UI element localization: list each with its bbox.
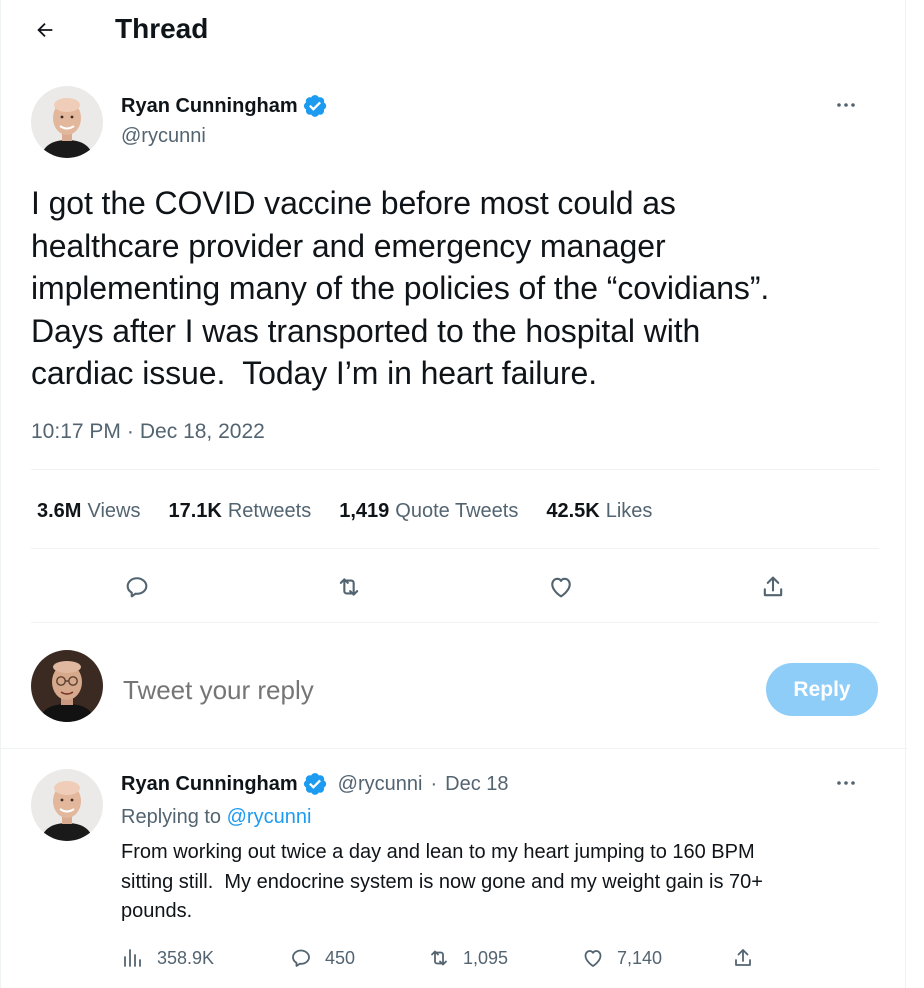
- divider: [1, 748, 907, 749]
- tweet-time: 10:17 PM: [31, 420, 121, 443]
- share-icon: [763, 576, 783, 597]
- reply-tweet-actions: 358.9K 450 1,095 7,140: [121, 940, 841, 976]
- current-user-avatar[interactable]: [31, 650, 103, 722]
- back-arrow-icon: [37, 22, 53, 38]
- tweet-stats: 3.6M Views 17.1K Retweets 1,419 Quote Tw…: [37, 497, 652, 525]
- thread-header: Thread: [1, 0, 907, 60]
- divider: [31, 469, 879, 470]
- stat-label: Retweets: [227, 500, 312, 522]
- share-button[interactable]: [731, 940, 755, 976]
- retweet-button[interactable]: [327, 565, 371, 609]
- replying-to: Replying to @rycunni: [121, 803, 311, 831]
- more-options-button[interactable]: [829, 88, 863, 122]
- stat-label: Likes: [605, 500, 653, 522]
- like-button[interactable]: 7,140: [581, 940, 662, 976]
- author-name-text: Ryan Cunningham: [121, 95, 298, 117]
- avatar-image: [31, 769, 103, 841]
- reply-author-name[interactable]: Ryan Cunningham: [121, 770, 298, 798]
- reply-more-options-button[interactable]: [829, 766, 863, 800]
- stat-quote-tweets[interactable]: 1,419 Quote Tweets: [339, 497, 518, 525]
- replying-to-handle-link[interactable]: @rycunni: [227, 806, 312, 828]
- avatar-image: [31, 86, 103, 158]
- replying-to-label: Replying to: [121, 806, 222, 828]
- back-button[interactable]: [25, 12, 65, 48]
- views-button[interactable]: 358.9K: [121, 940, 214, 976]
- retweet-count: 1,095: [463, 947, 509, 968]
- stat-value: 3.6M: [37, 500, 82, 522]
- reply-count: 450: [325, 947, 356, 968]
- stat-value: 1,419: [339, 500, 390, 522]
- stat-views[interactable]: 3.6M Views: [37, 497, 140, 525]
- stat-label: Quote Tweets: [395, 500, 519, 522]
- tweet-timestamp[interactable]: 10:17 PM · Dec 18, 2022: [31, 418, 265, 446]
- divider: [31, 622, 879, 623]
- verified-badge-icon: [303, 95, 326, 117]
- like-count: 7,140: [617, 947, 663, 968]
- stat-value: 42.5K: [546, 500, 600, 522]
- tweet-date: Dec 18, 2022: [139, 420, 265, 443]
- reply-author-handle[interactable]: @rycunni: [338, 770, 423, 798]
- reply-icon: [126, 577, 148, 598]
- reply-author-avatar[interactable]: [31, 769, 103, 841]
- like-icon: [584, 950, 602, 967]
- thread-page: Thread Ryan Cunningham @rycunni I got th…: [0, 0, 907, 988]
- reply-date[interactable]: Dec 18: [445, 770, 508, 798]
- author-handle[interactable]: @rycunni: [121, 123, 206, 149]
- avatar-image: [31, 650, 103, 722]
- page-title: Thread: [115, 13, 209, 44]
- retweet-button[interactable]: 1,095: [427, 940, 508, 976]
- verified-badge-icon: [303, 773, 326, 795]
- divider: [31, 548, 879, 549]
- retweet-icon: [431, 950, 447, 966]
- timestamp-separator: ·: [126, 420, 134, 443]
- like-icon: [551, 577, 571, 598]
- reply-input[interactable]: [123, 668, 723, 712]
- views-count: 358.9K: [157, 947, 215, 968]
- share-icon: [735, 949, 751, 966]
- reply-header: Ryan Cunningham @rycunni · Dec 18: [121, 770, 509, 798]
- more-dots-icon: [837, 103, 855, 107]
- reply-button[interactable]: 450: [289, 940, 355, 976]
- reply-button[interactable]: [115, 565, 159, 609]
- stat-value: 17.1K: [168, 500, 222, 522]
- author-name[interactable]: Ryan Cunningham: [121, 93, 328, 119]
- author-avatar[interactable]: [31, 86, 103, 158]
- reply-submit-button[interactable]: Reply: [766, 663, 878, 716]
- analytics-icon: [124, 949, 141, 967]
- retweet-icon: [339, 578, 359, 596]
- tweet-actions: [31, 565, 879, 609]
- stat-retweets[interactable]: 17.1K Retweets: [168, 497, 311, 525]
- tweet-text: I got the COVID vaccine before most coul…: [31, 185, 770, 391]
- stat-label: Views: [87, 500, 141, 522]
- share-button[interactable]: [751, 565, 795, 609]
- like-button[interactable]: [539, 565, 583, 609]
- reply-icon: [292, 949, 310, 967]
- reply-tweet-text: From working out twice a day and lean to…: [121, 841, 763, 922]
- more-dots-icon: [837, 781, 855, 785]
- reply-separator: ·: [430, 773, 438, 795]
- stat-likes[interactable]: 42.5K Likes: [546, 497, 652, 525]
